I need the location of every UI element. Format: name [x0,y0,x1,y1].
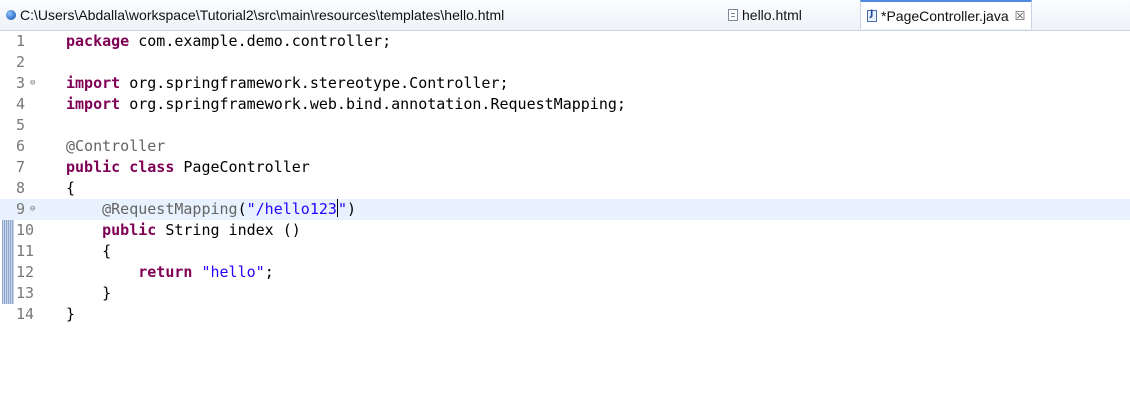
code-token: ( [237,200,247,218]
code-line[interactable]: 14} [0,304,1130,325]
line-number: 6 [16,137,26,155]
code-line[interactable]: 13 } [0,283,1130,304]
code-text: public String index () [66,220,301,241]
tab-hello-html[interactable]: hello.html [728,0,802,30]
code-text: package com.example.demo.controller; [66,31,391,52]
code-token: com.example.demo.controller; [138,32,392,50]
code-token: org.springframework.stereotype.Controlle… [129,74,509,92]
keyword-token: class [129,158,175,176]
code-token: String index () [165,221,301,239]
code-text: import org.springframework.web.bind.anno… [66,94,626,115]
line-number: 4 [16,95,26,113]
code-token: ; [264,263,274,281]
line-number: 2 [16,53,26,71]
keyword-token: import [66,95,121,113]
code-line[interactable]: 6 @Controller [0,136,1130,157]
annotation-token: @Controller [66,137,166,155]
code-line[interactable]: 7 public class PageController [0,157,1130,178]
line-number: 14 [16,305,35,323]
code-line[interactable]: 8{ [0,178,1130,199]
keyword-token: public [102,221,157,239]
code-token: { [102,242,112,260]
code-text: { [66,241,111,262]
tab-page-controller-java[interactable]: *PageController.java ☒ [860,0,1033,29]
line-number: 11 [16,242,35,260]
tab-hello-html-path[interactable]: C:\Users\Abdalla\workspace\Tutorial2\src… [6,0,504,30]
line-number: 5 [16,116,26,134]
fold-toggle-icon[interactable]: ⊖ [30,199,35,220]
html-file-icon [728,9,738,21]
tab-label: hello.html [742,7,802,23]
code-token: } [102,284,112,302]
code-line[interactable]: 10 public String index () [0,220,1130,241]
code-line[interactable]: 4 import org.springframework.web.bind.ann… [0,94,1130,115]
string-token: " [337,200,347,218]
line-number: 12 [16,263,35,281]
code-text: { [66,178,75,199]
code-text: public class PageController [66,157,310,178]
line-number: 7 [16,158,26,176]
keyword-token: return [138,263,193,281]
java-file-icon [867,9,877,22]
code-line[interactable]: 11 { [0,241,1130,262]
line-number: 13 [16,284,35,302]
keyword-token: import [66,74,121,92]
code-token: ) [346,200,356,218]
annotation-token: @RequestMapping [102,200,238,218]
code-text: import org.springframework.stereotype.Co… [66,73,509,94]
code-line[interactable]: 3 ⊖ import org.springframework.stereotype.… [0,73,1130,94]
line-number: 1 [16,32,26,50]
close-icon[interactable]: ☒ [1015,9,1026,23]
string-token: "/hello123 [246,200,337,218]
keyword-token: package [66,32,130,50]
code-line[interactable]: 12 return "hello"; [0,262,1130,283]
code-text: } [66,304,75,325]
code-text: } [66,283,111,304]
code-text: @RequestMapping("/hello123") [66,199,356,220]
line-number: 8 [16,179,26,197]
code-line[interactable]: 1 package com.example.demo.controller; [0,31,1130,52]
keyword-token: public [66,158,121,176]
editor-tab-bar: C:\Users\Abdalla\workspace\Tutorial2\src… [0,0,1130,31]
code-token: org.springframework.web.bind.annotation.… [129,95,626,113]
fold-toggle-icon[interactable]: ⊖ [30,73,35,94]
code-text: return "hello"; [66,262,274,283]
code-token: { [66,179,76,197]
code-token: } [66,305,76,323]
code-token: PageController [183,158,310,176]
string-token: "hello" [201,263,265,281]
line-number: 10 [16,221,35,239]
tab-label: *PageController.java [881,7,1009,24]
code-text: @Controller [66,136,165,157]
code-line[interactable]: 2 [0,52,1130,73]
tab-label: C:\Users\Abdalla\workspace\Tutorial2\src… [20,7,505,23]
code-editor[interactable]: 1 package com.example.demo.controller; 2 3 ⊖… [0,31,1130,416]
code-line[interactable]: 5 [0,115,1130,136]
code-line[interactable]: 9 ⊖ @RequestMapping("/hello123") [0,199,1130,220]
globe-icon [6,10,16,20]
